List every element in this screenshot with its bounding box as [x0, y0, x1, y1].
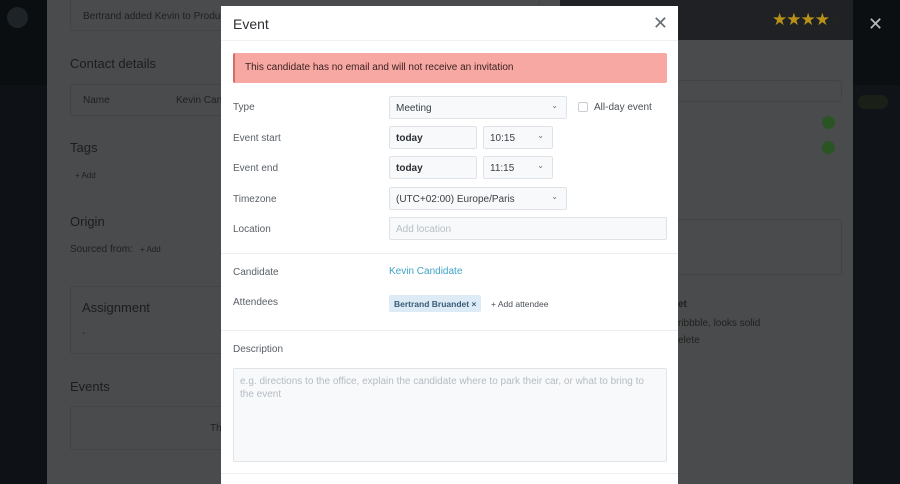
close-panel-icon[interactable]: ✕: [868, 14, 883, 35]
attendee-name: Bertrand Bruandet: [394, 299, 470, 309]
start-time-value: 10:15: [490, 133, 516, 144]
avatar: [822, 141, 835, 154]
assignment-title: Assignment: [82, 300, 150, 315]
tags-title: Tags: [70, 140, 98, 155]
contact-title: Contact details: [70, 56, 156, 71]
candidate-label: Candidate: [233, 267, 279, 278]
divider: [221, 473, 678, 474]
name-value: Kevin Cand: [176, 95, 228, 106]
name-label: Name: [83, 95, 110, 106]
location-label: Location: [233, 224, 271, 235]
end-time-value: 11:15: [490, 163, 515, 174]
attendee-chip: Bertrand Bruandet ×: [389, 295, 482, 312]
start-time-select[interactable]: 10:15 ⌄: [483, 126, 553, 149]
rating-stars[interactable]: ★★★★★: [772, 10, 844, 30]
end-label: Event end: [233, 163, 279, 174]
add-attendee-button[interactable]: + Add attendee: [491, 299, 548, 309]
location-input[interactable]: Add location: [389, 217, 667, 240]
origin-title: Origin: [70, 214, 105, 229]
event-modal: Event ✕ This candidate has no email and …: [221, 6, 678, 484]
divider: [221, 330, 678, 331]
note-text: ribbble, looks solid: [678, 318, 761, 329]
description-label: Description: [233, 344, 284, 355]
type-value: Meeting: [396, 103, 432, 114]
chevron-down-icon: ⌄: [537, 161, 544, 170]
description-textarea[interactable]: e.g. directions to the office, explain t…: [233, 368, 667, 462]
events-empty: Th: [210, 423, 222, 434]
chevron-down-icon: ⌄: [551, 101, 558, 110]
chevron-down-icon: ⌄: [551, 192, 558, 201]
right-rail: [853, 0, 900, 484]
all-day-label: All-day event: [594, 102, 652, 113]
candidate-link[interactable]: Kevin Candidate: [389, 266, 462, 277]
modal-title: Event: [233, 16, 269, 32]
add-source-link[interactable]: + Add: [140, 245, 161, 254]
type-label: Type: [233, 102, 255, 113]
start-label: Event start: [233, 133, 281, 144]
sourced-label: Sourced from:: [70, 244, 133, 255]
end-time-select[interactable]: 11:15 ⌄: [483, 156, 553, 179]
events-title: Events: [70, 379, 110, 394]
left-nav: [0, 0, 47, 484]
timezone-select[interactable]: (UTC+02:00) Europe/Paris ⌄: [389, 187, 567, 210]
end-date-input[interactable]: today: [389, 156, 477, 179]
start-date-input[interactable]: today: [389, 126, 477, 149]
note-delete[interactable]: elete: [678, 335, 700, 346]
app-logo[interactable]: [7, 7, 28, 28]
no-email-alert: This candidate has no email and will not…: [233, 53, 667, 83]
note-title: et: [678, 299, 687, 310]
divider: [221, 253, 678, 254]
add-tag-link[interactable]: + Add: [75, 171, 96, 180]
activity-text: Bertrand added Kevin to Product: [83, 11, 229, 22]
timezone-value: (UTC+02:00) Europe/Paris: [396, 194, 515, 205]
type-select[interactable]: Meeting ⌄: [389, 96, 567, 119]
assignment-value: -: [82, 328, 86, 339]
attendees-label: Attendees: [233, 297, 279, 308]
close-icon[interactable]: ✕: [653, 13, 668, 34]
avatar: [822, 116, 835, 129]
avatar-group: [858, 95, 888, 109]
chevron-down-icon: ⌄: [537, 131, 544, 140]
remove-attendee-icon[interactable]: ×: [471, 299, 476, 309]
all-day-checkbox[interactable]: [578, 102, 588, 112]
timezone-label: Timezone: [233, 194, 277, 205]
